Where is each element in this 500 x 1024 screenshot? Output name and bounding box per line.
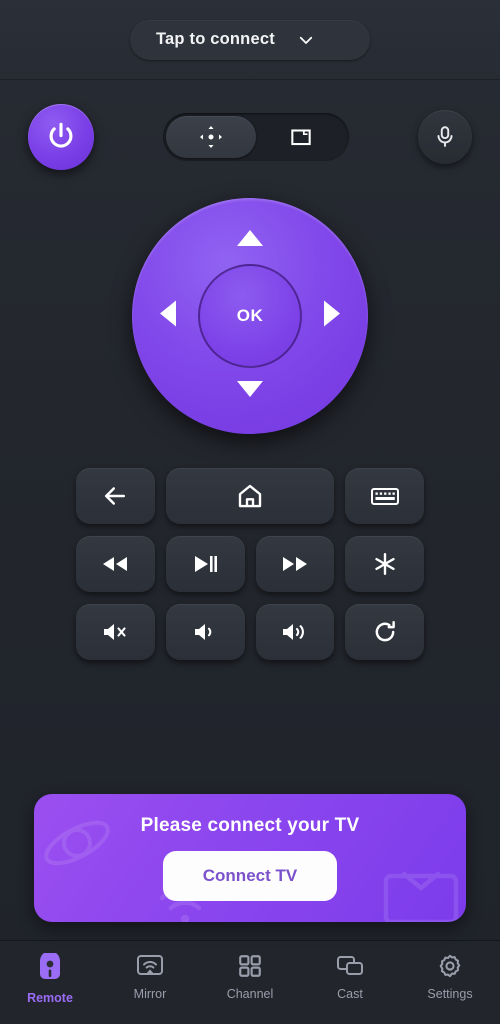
arrow-left-icon bbox=[160, 300, 176, 327]
nav-label-cast: Cast bbox=[337, 987, 363, 1001]
volume-mute-icon bbox=[104, 624, 126, 640]
mode-toggle[interactable] bbox=[163, 113, 349, 161]
replay-button[interactable] bbox=[345, 604, 424, 660]
keyboard-icon bbox=[370, 488, 399, 505]
rewind-icon bbox=[103, 557, 128, 571]
nav-item-remote[interactable]: Remote bbox=[0, 953, 100, 1005]
mode-toggle-dpad[interactable] bbox=[166, 116, 256, 158]
dpad-down-button[interactable] bbox=[235, 379, 265, 404]
top-control-row bbox=[0, 102, 500, 172]
connect-tv-button[interactable]: Connect TV bbox=[163, 851, 337, 901]
remote-icon bbox=[40, 953, 60, 979]
dpad-section: OK bbox=[0, 198, 500, 434]
arrow-up-icon bbox=[237, 230, 263, 246]
app-header: Tap to connect bbox=[0, 0, 500, 80]
volume-up-icon bbox=[282, 624, 304, 640]
dpad-left-button[interactable] bbox=[158, 299, 178, 334]
fast-forward-button[interactable] bbox=[255, 536, 335, 592]
connect-banner-section: Please connect your TV Connect TV bbox=[0, 794, 500, 922]
signal-watermark-icon bbox=[44, 820, 110, 866]
nav-label-mirror: Mirror bbox=[133, 987, 167, 1001]
play-pause-icon bbox=[195, 556, 218, 572]
remote-app-screen: Tap to connect OK Please connect your TV… bbox=[0, 0, 500, 1024]
cast-icon bbox=[337, 956, 363, 975]
chevron-down-icon bbox=[299, 36, 313, 44]
tv-watermark-icon bbox=[383, 871, 459, 922]
fast-forward-icon bbox=[282, 557, 307, 571]
screen-icon bbox=[291, 129, 311, 146]
banner-title: Please connect your TV bbox=[140, 815, 360, 836]
home-button[interactable] bbox=[165, 468, 335, 524]
dpad[interactable]: OK bbox=[132, 198, 368, 434]
arrow-down-icon bbox=[237, 381, 263, 397]
dpad-arrows-icon bbox=[200, 126, 222, 148]
grid-icon bbox=[239, 955, 261, 977]
power-icon bbox=[49, 122, 73, 148]
ok-button[interactable]: OK bbox=[198, 264, 302, 368]
power-button[interactable] bbox=[28, 104, 94, 170]
play-pause-button[interactable] bbox=[165, 536, 245, 592]
volume-down-button[interactable] bbox=[165, 604, 245, 660]
bottom-navigation: Remote Mirror Channel Cast Settings bbox=[0, 940, 500, 1024]
asterisk-icon bbox=[374, 553, 395, 575]
mute-button[interactable] bbox=[76, 604, 155, 660]
dpad-right-button[interactable] bbox=[322, 299, 342, 334]
microphone-icon bbox=[437, 126, 453, 147]
dpad-up-button[interactable] bbox=[235, 228, 265, 253]
nav-item-cast[interactable]: Cast bbox=[300, 953, 400, 1001]
tap-to-connect-button[interactable]: Tap to connect bbox=[130, 19, 370, 60]
volume-down-icon bbox=[195, 624, 212, 640]
gear-icon bbox=[439, 954, 461, 978]
mode-toggle-touchpad[interactable] bbox=[256, 116, 346, 158]
back-button[interactable] bbox=[76, 468, 155, 524]
voice-search-button[interactable] bbox=[418, 110, 472, 164]
keyboard-button[interactable] bbox=[345, 468, 424, 524]
nav-label-channel: Channel bbox=[226, 987, 274, 1001]
control-button-grid bbox=[76, 468, 424, 660]
back-arrow-icon bbox=[105, 487, 126, 505]
tap-to-connect-label: Tap to connect bbox=[156, 30, 275, 48]
refresh-icon bbox=[375, 620, 395, 642]
mirror-icon bbox=[137, 955, 163, 975]
nav-item-settings[interactable]: Settings bbox=[400, 953, 500, 1001]
nav-label-settings: Settings bbox=[427, 987, 473, 1001]
rewind-button[interactable] bbox=[76, 536, 155, 592]
nav-item-mirror[interactable]: Mirror bbox=[100, 953, 200, 1001]
nav-label-remote: Remote bbox=[27, 991, 73, 1005]
connect-banner: Please connect your TV Connect TV bbox=[34, 794, 466, 922]
nav-item-channel[interactable]: Channel bbox=[200, 953, 300, 1001]
volume-up-button[interactable] bbox=[255, 604, 335, 660]
home-icon bbox=[238, 484, 262, 508]
star-button[interactable] bbox=[345, 536, 424, 592]
arrow-right-icon bbox=[324, 300, 340, 327]
